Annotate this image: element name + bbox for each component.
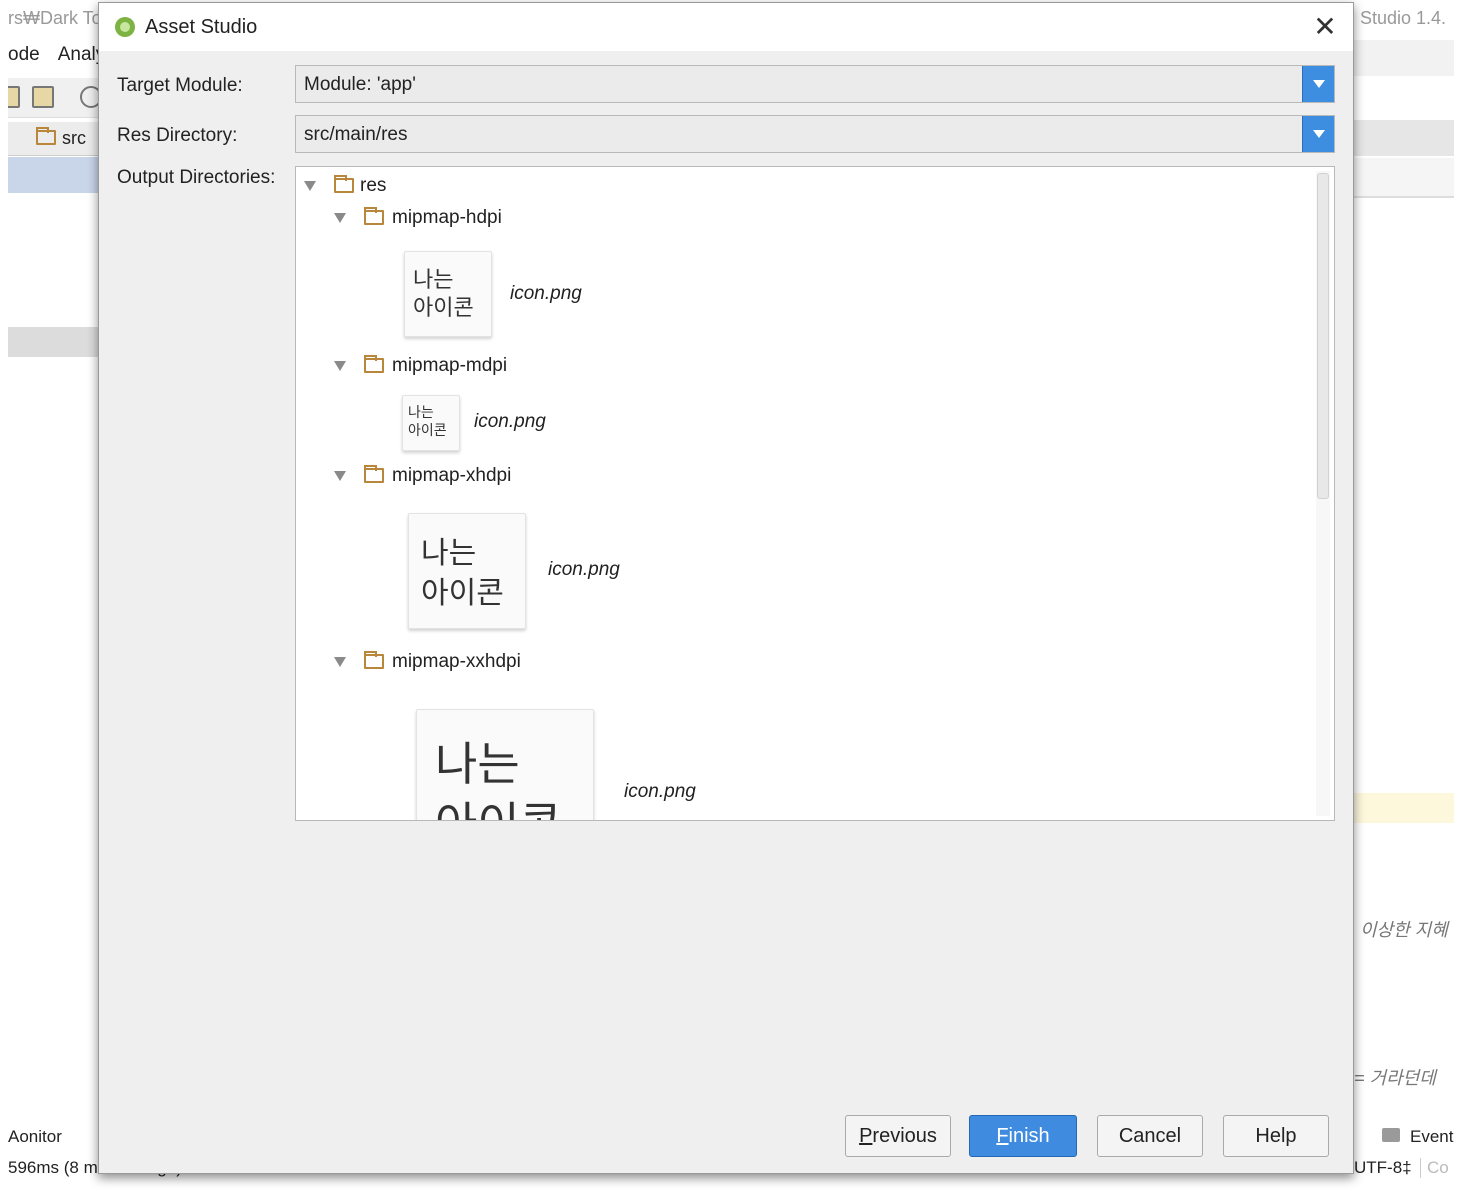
output-directories-tree[interactable]: res mipmap-hdpi 나는 아이콘 icon.png mipmap-m… — [295, 166, 1335, 821]
file-name: icon.png — [548, 559, 620, 580]
folder-icon — [334, 175, 354, 193]
monitor-tab[interactable]: Aonitor — [8, 1127, 62, 1147]
icon-preview-text: 아이콘 — [435, 788, 562, 820]
ide-right-tabbar — [1354, 158, 1454, 198]
project-tree-selected-row[interactable] — [8, 157, 100, 193]
res-directory-value: src/main/res — [304, 124, 408, 145]
icon-preview-xxhdpi: 나는 아이콘 — [416, 709, 594, 820]
android-studio-icon — [115, 17, 135, 37]
expand-triangle-icon[interactable] — [334, 213, 346, 223]
ide-window-title-right: Studio 1.4. — [1360, 8, 1447, 28]
tree-node-label: mipmap-hdpi — [392, 207, 502, 228]
event-log-icon — [1382, 1128, 1400, 1142]
expand-triangle-icon[interactable] — [334, 361, 346, 371]
target-module-select[interactable]: Module: 'app' — [295, 65, 1335, 103]
status-co: Co — [1420, 1158, 1449, 1178]
menu-item-analyze[interactable]: Analy — [58, 44, 100, 65]
ide-left-panel: rs₩Dark To ode Analy src Aonitor — [8, 0, 100, 1190]
cancel-button[interactable]: Cancel — [1097, 1115, 1203, 1157]
tree-node-label: mipmap-mdpi — [392, 355, 508, 376]
ide-right-bar — [1354, 120, 1454, 156]
breadcrumb: src — [8, 122, 100, 156]
editor-highlight-line — [1354, 793, 1454, 823]
tree-node-label: mipmap-xxhdpi — [392, 651, 521, 672]
search-icon[interactable] — [80, 86, 100, 108]
icon-preview-text: 아이콘 — [413, 296, 474, 321]
event-log-tab[interactable]: Event — [1410, 1127, 1453, 1147]
tree-node-label: mipmap-xhdpi — [392, 465, 512, 486]
close-button[interactable]: ✕ — [1309, 11, 1341, 43]
finish-button[interactable]: Finish — [969, 1115, 1077, 1157]
folder-icon — [364, 651, 384, 669]
icon-preview-xhdpi: 나는 아이콘 — [408, 513, 526, 629]
previous-label: revious — [872, 1125, 937, 1147]
breadcrumb-src[interactable]: src — [62, 128, 86, 149]
icon-preview-text: 나는 — [435, 737, 520, 791]
icon-preview-hdpi: 나는 아이콘 — [404, 251, 492, 337]
icon-preview-text: 아이콘 — [408, 423, 447, 439]
folder-icon — [364, 355, 384, 373]
icon-preview-text: 아이콘 — [421, 576, 504, 611]
chevron-down-icon[interactable] — [1302, 66, 1334, 102]
folder-icon — [36, 127, 56, 145]
help-button[interactable]: Help — [1223, 1115, 1329, 1157]
project-tree-row[interactable] — [8, 327, 100, 357]
file-name: icon.png — [624, 781, 696, 802]
finish-label: inish — [1008, 1125, 1050, 1147]
asset-studio-dialog: Asset Studio ✕ Target Module: Module: 'a… — [98, 2, 1354, 1174]
folder-icon — [364, 465, 384, 483]
previous-mnemonic: P — [859, 1125, 873, 1147]
file-name: icon.png — [510, 283, 582, 304]
dialog-title: Asset Studio — [145, 16, 258, 38]
expand-triangle-icon[interactable] — [334, 657, 346, 667]
icon-preview-mdpi: 나는 아이콘 — [402, 395, 460, 451]
target-module-value: Module: 'app' — [304, 74, 416, 95]
res-directory-select[interactable]: src/main/res — [295, 115, 1335, 153]
scrollbar-thumb[interactable] — [1317, 173, 1329, 499]
finish-mnemonic: F — [996, 1125, 1009, 1147]
folder-icon — [364, 207, 384, 225]
ide-right-panel: Studio 1.4. 이상한 지혜 = 거라던데 Event UTF-8‡ C… — [1354, 0, 1466, 1190]
target-module-label: Target Module: — [117, 75, 243, 96]
copy-icon[interactable] — [32, 86, 54, 108]
editor-text: 이상한 지혜 — [1360, 920, 1448, 940]
dialog-titlebar: Asset Studio ✕ — [99, 3, 1353, 51]
expand-triangle-icon[interactable] — [334, 471, 346, 481]
output-directories-label: Output Directories: — [117, 167, 276, 188]
icon-preview-text: 나는 — [421, 536, 477, 571]
expand-triangle-icon[interactable] — [304, 181, 316, 191]
icon-preview-text: 나는 — [408, 405, 434, 421]
ide-toolbar — [8, 78, 100, 118]
ide-menu-bar: ode Analy — [8, 44, 100, 66]
menu-item-code[interactable]: ode — [8, 44, 40, 65]
ide-right-bar — [1354, 40, 1454, 76]
editor-text: = 거라던데 — [1354, 1068, 1436, 1088]
file-name: icon.png — [474, 411, 546, 432]
previous-button[interactable]: Previous — [845, 1115, 951, 1157]
toolbar-icon[interactable] — [8, 86, 20, 108]
tree-node-label: res — [360, 175, 387, 196]
chevron-down-icon[interactable] — [1302, 116, 1334, 152]
res-directory-label: Res Directory: — [117, 125, 238, 146]
ide-window-title: rs₩Dark To — [8, 8, 100, 28]
encoding-indicator[interactable]: UTF-8‡ — [1354, 1158, 1412, 1178]
